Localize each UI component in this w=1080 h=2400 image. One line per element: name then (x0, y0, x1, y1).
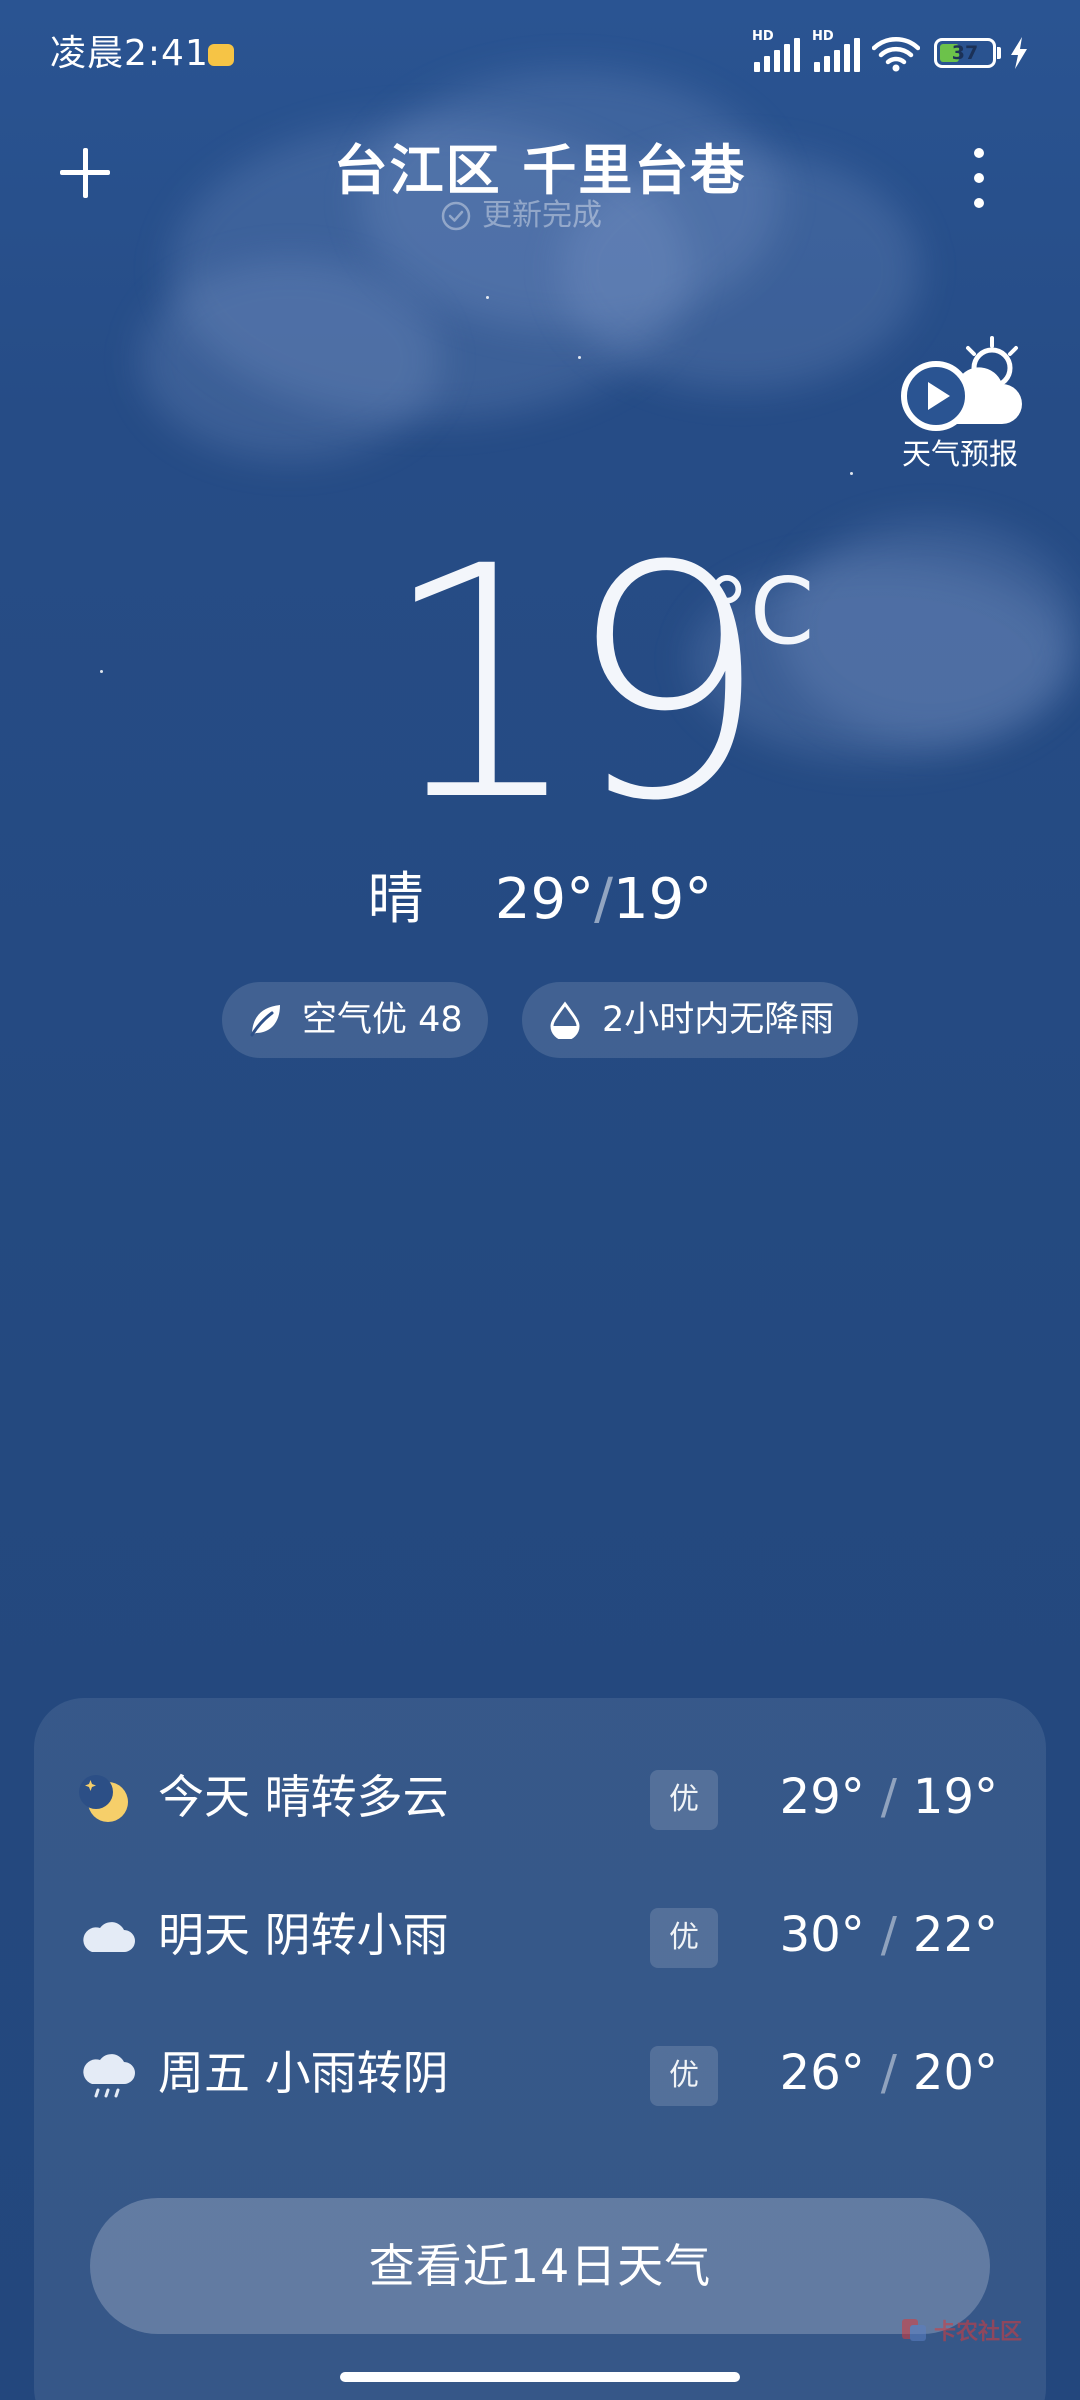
weather-screen: 凌晨2:41 HD HD 37 台江区 千里台巷 更新完成 天气预报 19 °C… (0, 0, 1080, 2400)
temperature-unit: °C (704, 558, 815, 665)
current-condition: 晴 (367, 867, 424, 932)
cloud-icon (83, 1922, 135, 1952)
leaf-icon (250, 1005, 280, 1037)
charging-icon (1011, 37, 1027, 69)
status-bar: 凌晨2:41 HD HD 37 (0, 0, 1080, 110)
forecast-card: 今天 晴转多云 优 29° / 19° 明天 阴转小雨 优 30° / 22° 周五 小… (34, 1698, 1046, 2400)
wifi-icon (872, 37, 920, 72)
rain-forecast-chip[interactable]: 2小时内无降雨 (522, 982, 858, 1058)
check-circle-icon (441, 201, 471, 231)
notification-icon (208, 44, 234, 66)
sim2-hd-label: HD (812, 29, 834, 44)
background-cloud (140, 260, 440, 460)
current-condition-line: 晴 29°/19° (0, 862, 1080, 938)
rain-forecast-label: 2小时内无降雨 (602, 1000, 835, 1040)
separator: / (594, 867, 614, 932)
play-weather-icon (901, 336, 1022, 431)
watermark-text: 卡农社区 (934, 2320, 1023, 2345)
moon-icon (79, 1775, 128, 1822)
forecast-day-name: 今天 晴转多云 (158, 1770, 449, 1824)
background-cloud (780, 520, 1080, 740)
forecast-temps: 26° / 20° (780, 2040, 998, 2106)
air-quality-chip[interactable]: 空气优 48 (222, 982, 488, 1058)
star (850, 472, 853, 475)
rain-cloud-icon (83, 2054, 135, 2098)
forecast-temps: 30° / 22° (780, 1902, 998, 1968)
aqi-badge: 优 (650, 1770, 718, 1830)
raindrop-icon (550, 1001, 580, 1039)
forecast-day-name: 明天 阴转小雨 (158, 1908, 449, 1962)
today-high: 29° (494, 867, 595, 932)
forecast-day-name: 周五 小雨转阴 (158, 2046, 449, 2100)
more-menu-button[interactable] (956, 140, 1004, 216)
star (486, 296, 489, 299)
forecast-high: 26° (779, 2045, 865, 2101)
star (100, 670, 103, 673)
sim1-hd-label: HD (752, 29, 774, 44)
watermark-logo-icon (902, 2319, 926, 2341)
update-status-text: 更新完成 (482, 198, 602, 233)
air-quality-label: 空气优 48 (302, 1000, 463, 1040)
signal-icon: HD (752, 30, 804, 72)
signal-icon: HD (812, 30, 864, 72)
watermark: 卡农社区 (900, 2312, 1022, 2348)
forecast-low: 19° (912, 1769, 998, 1825)
separator: / (880, 2045, 897, 2101)
forecast-high: 30° (779, 1907, 865, 1963)
battery-tip (997, 47, 1001, 59)
more-vertical-icon (974, 148, 984, 158)
battery-level: 37 (951, 42, 979, 64)
star (578, 356, 581, 359)
battery-icon: 37 (934, 38, 996, 68)
update-status: 更新完成 (440, 196, 602, 236)
forecast-temps: 29° / 19° (780, 1764, 998, 1830)
aqi-badge: 优 (650, 2046, 718, 2106)
today-low: 19° (613, 867, 713, 932)
forecast-row-today[interactable]: 今天 晴转多云 优 29° / 19° (34, 1748, 1046, 1848)
current-temperature: 19 (380, 499, 769, 871)
forecast-row-friday[interactable]: 周五 小雨转阴 优 26° / 20° (34, 2024, 1046, 2124)
add-city-button[interactable] (52, 140, 118, 206)
forecast-row-tomorrow[interactable]: 明天 阴转小雨 优 30° / 22° (34, 1886, 1046, 1986)
separator: / (880, 1907, 897, 1963)
forecast-low: 22° (912, 1907, 998, 1963)
home-indicator[interactable] (340, 2372, 740, 2382)
separator: / (880, 1769, 897, 1825)
view-14-day-forecast-button[interactable]: 查看近14日天气 (90, 2198, 990, 2334)
forecast-high: 29° (779, 1769, 865, 1825)
weather-forecast-video-button[interactable]: 天气预报 (880, 336, 1040, 476)
status-time: 凌晨2:41 (50, 33, 209, 74)
weather-forecast-label: 天气预报 (901, 437, 1018, 471)
forecast-low: 20° (912, 2045, 998, 2101)
aqi-badge: 优 (650, 1908, 718, 1968)
